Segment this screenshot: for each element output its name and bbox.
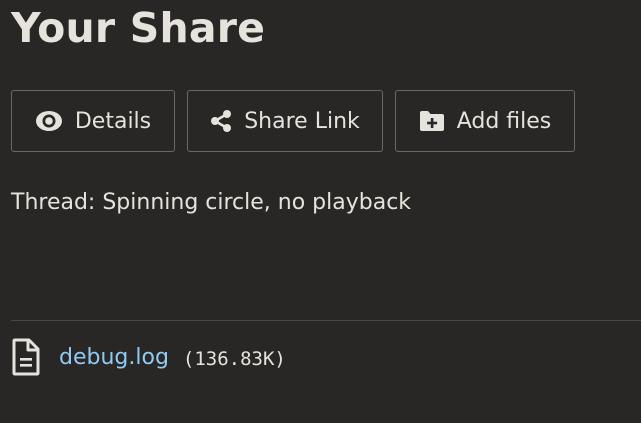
share-description: Thread: Spinning circle, no playback <box>11 190 412 215</box>
details-button[interactable]: Details <box>11 90 175 152</box>
add-files-button-label: Add files <box>456 108 552 134</box>
file-link[interactable]: debug.log <box>59 345 169 370</box>
share-link-button-label: Share Link <box>244 108 360 134</box>
file-text-icon <box>11 338 41 376</box>
details-button-label: Details <box>74 108 152 134</box>
eye-icon <box>35 110 63 132</box>
divider <box>11 320 641 321</box>
folder-plus-icon <box>419 110 445 132</box>
share-icon <box>210 109 232 133</box>
file-size: (136.83K) <box>182 348 286 370</box>
file-list-item: debug.log (136.83K) <box>11 338 286 376</box>
page-title: Your Share <box>11 4 266 52</box>
share-toolbar: Details Share Link Add files <box>11 90 575 152</box>
add-files-button[interactable]: Add files <box>395 90 575 152</box>
share-link-button[interactable]: Share Link <box>187 90 383 152</box>
share-page: Your Share Details Share Link Add files … <box>0 0 641 423</box>
